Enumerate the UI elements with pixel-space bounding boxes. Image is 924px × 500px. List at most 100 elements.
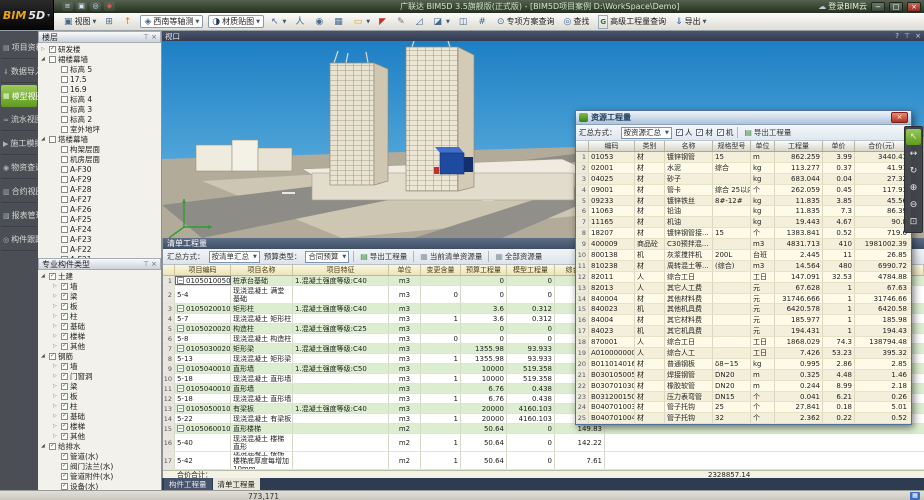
tree-expander-icon[interactable]: [53, 423, 59, 429]
floor-tree-item[interactable]: 机房层面: [38, 154, 161, 164]
tree-checkbox[interactable]: [61, 333, 68, 340]
tree-checkbox[interactable]: [61, 363, 68, 370]
其它人工费[interactable]: 13 82013 人 其它人工费 元 67.628 1 67.63: [576, 283, 911, 294]
tree-checkbox[interactable]: [49, 56, 56, 63]
home-view-button[interactable]: ↑ ▼: [122, 15, 136, 29]
普通钢板[interactable]: 20 B011014016 材 普通钢板 δ8~15 kg 0.995 2.86…: [576, 359, 911, 370]
tree-checkbox[interactable]: [61, 313, 68, 320]
type-tree-item[interactable]: 阀门法兰(水): [38, 461, 161, 471]
管子托钩[interactable]: 25 B040701004 材 管子托钩 32 个 2.362 0.22 0.5…: [576, 413, 911, 424]
floor-tree-item[interactable]: A-F30: [38, 164, 161, 174]
close-icon[interactable]: ×: [915, 31, 921, 41]
floor-tree-item[interactable]: 标高 4: [38, 94, 161, 104]
close-icon[interactable]: ×: [151, 259, 157, 269]
tree-checkbox[interactable]: [61, 393, 68, 400]
collapse-icon[interactable]: −: [177, 325, 184, 332]
grid-icon[interactable]: ▦: [910, 492, 920, 500]
type-tree-item[interactable]: 土建: [38, 271, 161, 281]
tree-checkbox[interactable]: [61, 283, 68, 290]
tree-expander-icon[interactable]: [53, 383, 59, 389]
floor-tree-item[interactable]: A-F29: [38, 174, 161, 184]
tree-expander-icon[interactable]: [41, 273, 47, 279]
app-logo[interactable]: BIM 5D ▾: [0, 0, 54, 30]
help-icon[interactable]: ?: [895, 31, 899, 41]
tree-checkbox[interactable]: [61, 86, 68, 93]
现浇混凝土 楼梯 楼梯底厚度每增加10mm[interactable]: 17 −5-42 现浇混凝土 楼梯 楼梯底厚度每增加10mm m2 1 50.6…: [163, 452, 924, 470]
collapse-icon[interactable]: −: [177, 405, 184, 412]
tree-checkbox[interactable]: [61, 413, 68, 420]
sidebar-tab-construction-sim[interactable]: ▶ 施工模拟: [1, 133, 37, 155]
sidebar-tab-flow-view[interactable]: ≈ 流水视图: [1, 109, 37, 131]
tree-expander-icon[interactable]: [53, 303, 59, 309]
floor-tree-item[interactable]: 室外地坪: [38, 124, 161, 134]
tab-component-quantity[interactable]: 构件工程量: [164, 478, 212, 490]
floor-tree-item[interactable]: 构架层面: [38, 144, 161, 154]
tree-checkbox[interactable]: [61, 433, 68, 440]
login-bim-cloud-button[interactable]: 登录BIM云: [818, 1, 867, 12]
tree-checkbox[interactable]: [49, 136, 56, 143]
type-tree-item[interactable]: 其他: [38, 431, 161, 441]
pin-icon[interactable]: ⊤: [143, 259, 149, 269]
tree-checkbox[interactable]: [61, 423, 68, 430]
floor-tree-item[interactable]: A-F23: [38, 234, 161, 244]
tree-checkbox[interactable]: [61, 303, 68, 310]
sidebar-tab-model-view[interactable]: ▦ 模型视图: [1, 85, 37, 107]
type-tree-item[interactable]: 其他: [38, 341, 161, 351]
type-tree-item[interactable]: 管道附件(水): [38, 471, 161, 481]
eraser-button[interactable]: ◪ ▼: [432, 15, 452, 29]
pin-icon[interactable]: ⊤: [904, 31, 910, 41]
tree-checkbox[interactable]: [61, 383, 68, 390]
铅油[interactable]: 6 11063 材 铅油 kg 11.835 7.3 86.39: [576, 206, 911, 217]
tree-expander-icon[interactable]: [53, 403, 59, 409]
tree-checkbox[interactable]: [61, 126, 68, 133]
summary-mode-select[interactable]: 按清单汇总 ▼: [209, 251, 260, 263]
maximize-button[interactable]: [889, 2, 903, 12]
screen-icon[interactable]: ▣: [76, 2, 87, 11]
floor-tree-item[interactable]: 裙楼幕墙: [38, 54, 161, 64]
tree-checkbox[interactable]: [61, 176, 68, 183]
type-tree-item[interactable]: 墙: [38, 361, 161, 371]
pan-tool[interactable]: ↔: [906, 146, 921, 162]
tab-list-quantity[interactable]: 清单工程量: [213, 478, 261, 490]
综合工日[interactable]: 12 82011 人 综合工日 工日 147.091 32.53 4784.88: [576, 272, 911, 283]
其他材料费[interactable]: 14 840004 材 其他材料费 元 31746.666 1 31746.66: [576, 294, 911, 305]
orbit-tool[interactable]: ↻: [906, 163, 921, 179]
menu-icon[interactable]: ≡: [62, 2, 73, 11]
tree-checkbox[interactable]: [49, 353, 56, 360]
C30预拌混...[interactable]: 9 400009 商品砼 C30预拌混... m3 4831.713 410 1…: [576, 239, 911, 250]
tree-checkbox[interactable]: [61, 96, 68, 103]
tree-checkbox[interactable]: [61, 246, 68, 253]
水泥[interactable]: 2 02001 材 水泥 综合 kg 113.277 0.37 41.91: [576, 163, 911, 174]
tree-checkbox[interactable]: [61, 226, 68, 233]
type-tree-item[interactable]: 楼梯: [38, 421, 161, 431]
type-tree-item[interactable]: 钢筋: [38, 351, 161, 361]
sidebar-tab-component-track[interactable]: ◎ 构件跟踪: [1, 229, 37, 251]
综合人工[interactable]: 19 A010000000 人 综合人工 工日 7.426 53.23 395.…: [576, 348, 911, 359]
tree-checkbox[interactable]: [61, 473, 68, 480]
walkthrough-button[interactable]: 人 ▼: [293, 15, 308, 29]
floor-tree-item[interactable]: A-F25: [38, 214, 161, 224]
view-button[interactable]: ▣ 视图 ▼: [62, 15, 98, 29]
直形楼梯[interactable]: 15 −010506001001 直形楼梯 m2 50.64 0 149.83: [163, 424, 924, 434]
zoom-in-tool[interactable]: ⊕: [906, 180, 921, 196]
close-button[interactable]: [907, 2, 921, 12]
floor-tree-item[interactable]: A-F26: [38, 204, 161, 214]
type-tree-item[interactable]: 楼梯: [38, 331, 161, 341]
tree-expander-icon[interactable]: [53, 363, 59, 369]
collapse-icon[interactable]: −: [177, 305, 184, 312]
其它材料费[interactable]: 16 84004 材 其它材料费 元 185.977 1 185.98: [576, 315, 911, 326]
tree-checkbox[interactable]: [61, 186, 68, 193]
annotate-button[interactable]: ✎ ▼: [395, 15, 409, 29]
protractor-button[interactable]: ◿ ▼: [414, 15, 427, 29]
现浇混凝土 楼梯 直形[interactable]: 16 −5-40 现浇混凝土 楼梯 直形 m2 1 50.64 0 142.22: [163, 434, 924, 452]
sidebar-tab-material-query[interactable]: ◉ 物资查询: [1, 157, 37, 179]
tree-checkbox[interactable]: [49, 443, 56, 450]
tree-expander-icon[interactable]: [41, 56, 47, 62]
tree-checkbox[interactable]: [61, 106, 68, 113]
camera-button[interactable]: ◉ ▼: [313, 15, 327, 29]
collapse-icon[interactable]: −: [177, 277, 184, 284]
sidebar-tab-report-mgmt[interactable]: ▧ 报表管理: [1, 205, 37, 227]
collapse-icon[interactable]: −: [177, 365, 184, 372]
tree-checkbox[interactable]: [61, 156, 68, 163]
其它机具费[interactable]: 17 84023 机 其它机具费 元 194.431 1 194.43: [576, 326, 911, 337]
